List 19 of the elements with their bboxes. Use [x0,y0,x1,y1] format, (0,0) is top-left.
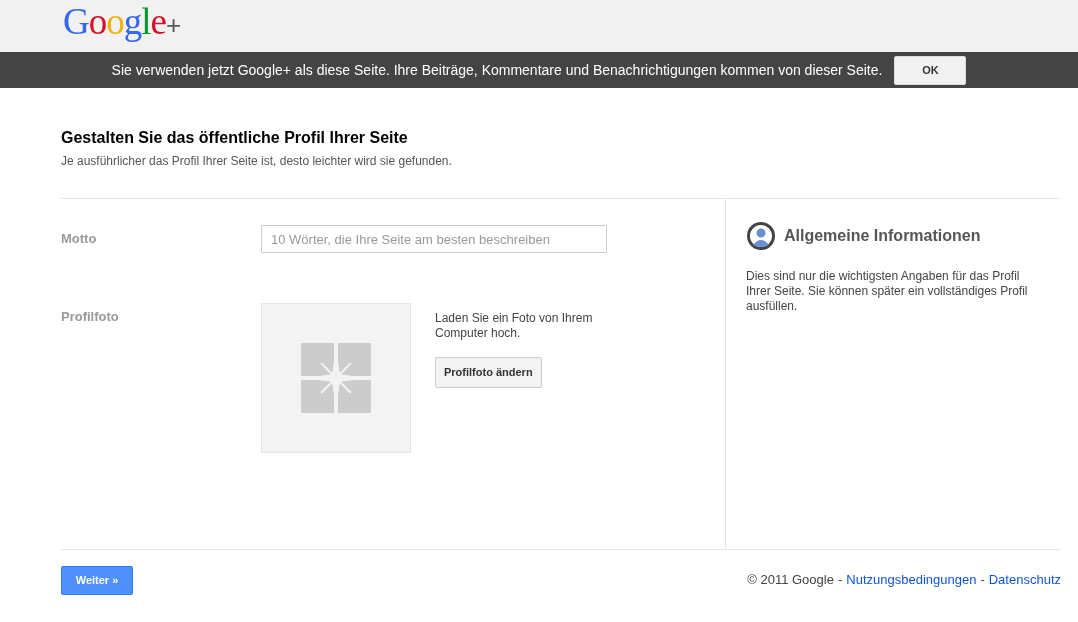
image-placeholder-icon [301,343,371,413]
separator-text: - [837,571,843,589]
page-heading: Gestalten Sie das öffentliche Profil Ihrer Seite [61,128,409,148]
privacy-link[interactable]: Datenschutz [988,570,1061,590]
separator-text: - [980,571,985,589]
page-subtitle: Je ausführlicher das Profil Ihrer Seite ist, desto leichter wird sie gefunden. [61,153,453,170]
logo: Google+ [63,0,181,40]
photo-upload-hint: Laden Sie ein Foto von Ihrem Computer hoch. [435,311,594,341]
info-heading: Allgemeine Informationen [784,226,981,246]
banner-message: Sie verwenden jetzt Google+ als diese Seite. Ihre Beiträge, Kommentare und Benachrichtigungen kommen von dieser Seite. [111,60,883,80]
terms-link[interactable]: Nutzungsbedingungen [846,570,977,590]
info-text: Dies sind nur die wichtigsten Angaben für das Profil Ihrer Seite. Sie können später ein vollständiges Profil ausfüllen. [746,269,1029,314]
copyright-text: © 2011 Google [747,571,834,589]
motto-label: Motto [61,230,98,248]
profile-photo-label: Profilfoto [61,308,120,326]
motto-input-field[interactable]: 10 Wörter, die Ihre Seite am besten beschreiben [261,225,607,253]
user-profile-icon [746,221,776,251]
ok-button[interactable]: OK [894,55,967,85]
change-photo-button[interactable]: Profilfoto ändern [435,357,542,388]
